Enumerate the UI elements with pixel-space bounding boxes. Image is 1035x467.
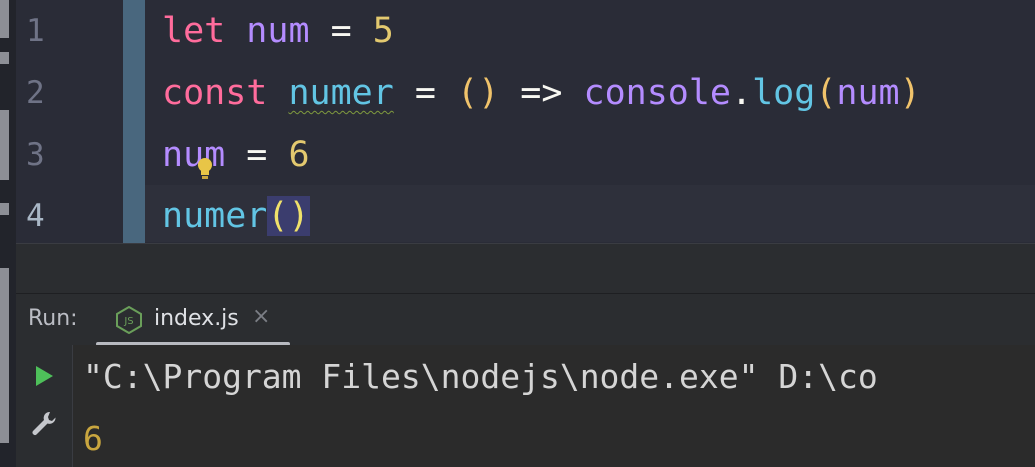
- line-number-gutter: 1 2 3 4: [16, 0, 123, 243]
- keyword: let: [162, 11, 226, 51]
- console-command-line: "C:\Program Files\nodejs\node.exe" D:\co: [83, 357, 878, 396]
- matched-parentheses: (): [267, 196, 310, 236]
- run-toolbar: [16, 345, 73, 467]
- number-literal: 5: [372, 11, 394, 51]
- dot: .: [731, 73, 753, 113]
- strip-tab-marker[interactable]: [0, 0, 9, 38]
- strip-tab-marker[interactable]: [0, 203, 9, 215]
- wrench-icon[interactable]: [30, 409, 58, 437]
- identifier: num: [246, 11, 310, 51]
- run-console-output[interactable]: "C:\Program Files\nodejs\node.exe" D:\co…: [73, 345, 1035, 467]
- keyword: const: [162, 73, 268, 113]
- tab-label: index.js: [154, 306, 239, 331]
- console-output-line: 6: [83, 419, 103, 458]
- run-tool-window-header: Run: JS index.js ×: [16, 293, 1035, 346]
- identifier: console: [583, 73, 732, 113]
- close-icon[interactable]: ×: [252, 304, 270, 329]
- arrow-operator: =>: [520, 73, 563, 113]
- play-icon[interactable]: [34, 365, 54, 387]
- code-line-4[interactable]: numer(): [162, 185, 310, 247]
- operator: =: [246, 135, 268, 175]
- run-tab-index-js[interactable]: JS index.js ×: [96, 294, 290, 346]
- code-line-3[interactable]: num = 6: [162, 124, 310, 186]
- operator: =: [330, 11, 352, 51]
- parentheses: (): [457, 73, 500, 113]
- paren-close: ): [899, 73, 921, 113]
- vcs-change-marker[interactable]: [123, 0, 145, 243]
- operator: =: [414, 73, 436, 113]
- lightbulb-icon[interactable]: [196, 157, 214, 181]
- run-label: Run:: [28, 306, 78, 331]
- function-call: numer: [162, 196, 268, 236]
- code-line-1[interactable]: let num = 5: [162, 0, 394, 62]
- editor-bottom-area: [16, 243, 1035, 294]
- function-name: numer: [288, 73, 394, 113]
- paren-open: (: [815, 73, 837, 113]
- identifier: num: [162, 135, 226, 175]
- code-editor[interactable]: 1 2 3 4 let num = 5 const numer = () => …: [16, 0, 1035, 243]
- line-number-current: 4: [26, 198, 45, 234]
- tool-window-strip[interactable]: [0, 0, 17, 467]
- method-name: log: [752, 73, 816, 113]
- code-line-2[interactable]: const numer = () => console.log(num): [162, 62, 921, 124]
- strip-tab-marker[interactable]: [0, 110, 9, 180]
- nodejs-file-icon: JS: [116, 306, 142, 334]
- strip-tab-marker[interactable]: [0, 52, 9, 64]
- number-literal: 6: [288, 135, 310, 175]
- line-number: 1: [26, 13, 45, 49]
- strip-tab-marker[interactable]: [0, 268, 9, 443]
- svg-text:JS: JS: [123, 316, 133, 327]
- line-number: 3: [26, 137, 45, 173]
- ide-window: 1 2 3 4 let num = 5 const numer = () => …: [0, 0, 1035, 467]
- identifier: num: [836, 73, 900, 113]
- line-number: 2: [26, 75, 45, 111]
